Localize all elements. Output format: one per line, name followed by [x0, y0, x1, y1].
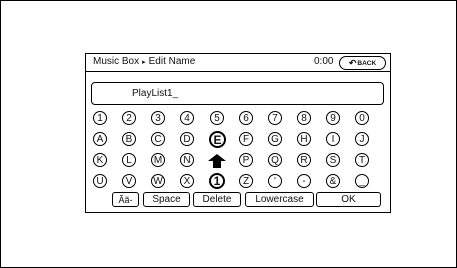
key-r0c2[interactable]: 3 [151, 111, 165, 125]
breadcrumb-app: Music Box [93, 56, 140, 67]
key-r1c8[interactable]: I [326, 132, 340, 146]
lowercase-button[interactable]: Lowercase [245, 192, 314, 207]
key-r3c8[interactable]: & [326, 174, 340, 188]
key-r1c5[interactable]: F [239, 132, 253, 146]
key-r1c2[interactable]: C [151, 132, 165, 146]
key-r2c6[interactable]: Q [268, 153, 282, 167]
key-r0c0[interactable]: 1 [93, 111, 107, 125]
key-r1c6[interactable]: G [268, 132, 282, 146]
key-r2c1[interactable]: L [122, 153, 136, 167]
key-r1c9[interactable]: J [355, 132, 369, 146]
key-r0c5[interactable]: 6 [239, 111, 253, 125]
key-r3c5[interactable]: Z [239, 174, 253, 188]
key-r2c7[interactable]: R [297, 153, 311, 167]
key-r2c9[interactable]: T [355, 153, 369, 167]
ok-button[interactable]: OK [316, 192, 381, 207]
lowercase-button-label: Lowercase [255, 194, 304, 205]
back-button[interactable]: ↶ BACK [339, 56, 386, 70]
key-r0c8[interactable]: 9 [326, 111, 340, 125]
key-r1c0[interactable]: A [93, 132, 107, 146]
breadcrumb-separator-icon: ▸ [142, 58, 146, 66]
key-r3c1[interactable]: V [122, 174, 136, 188]
ok-button-label: OK [341, 194, 356, 205]
key-r0c1[interactable]: 2 [122, 111, 136, 125]
key-r3c4[interactable]: 1 [209, 173, 225, 189]
key-r0c3[interactable]: 4 [180, 111, 194, 125]
breadcrumb: Music Box ▸ Edit Name [93, 56, 195, 67]
key-r0c6[interactable]: 7 [268, 111, 282, 125]
key-r1c7[interactable]: H [297, 132, 311, 146]
edit-name-screen: Music Box ▸ Edit Name 0:00 ↶ BACK PlayLi… [85, 53, 391, 213]
accent-button-label: Ãã- [118, 194, 133, 205]
back-button-label: BACK [357, 59, 377, 67]
accent-button[interactable]: Ãã- [112, 192, 139, 207]
key-r0c9[interactable]: 0 [355, 111, 369, 125]
key-r3c9[interactable]: _ [355, 174, 369, 188]
key-r2c5[interactable]: P [239, 153, 253, 167]
name-input-value: PlayList1_ [132, 88, 179, 99]
key-r3c2[interactable]: W [151, 174, 165, 188]
delete-button[interactable]: Delete [193, 192, 241, 207]
breadcrumb-page: Edit Name [148, 56, 196, 67]
key-r2c3[interactable]: N [180, 153, 194, 167]
space-button[interactable]: Space [143, 192, 190, 207]
clock: 0:00 [314, 56, 334, 67]
name-input[interactable]: PlayList1_ [91, 82, 384, 105]
key-r3c3[interactable]: X [180, 174, 194, 188]
delete-button-label: Delete [202, 194, 232, 205]
key-r0c4[interactable]: 5 [210, 111, 224, 125]
key-r3c7[interactable]: - [297, 174, 311, 188]
key-r3c6[interactable]: ' [268, 174, 282, 188]
key-r2c0[interactable]: K [93, 153, 107, 167]
title-bar: Music Box ▸ Edit Name 0:00 ↶ BACK [86, 54, 390, 72]
key-r3c0[interactable]: U [93, 174, 107, 188]
back-arrow-icon: ↶ [348, 58, 357, 68]
space-button-label: Space [152, 194, 181, 205]
up-arrow-icon[interactable] [208, 154, 226, 168]
key-r0c7[interactable]: 8 [297, 111, 311, 125]
key-selected-r1c4[interactable]: E [209, 131, 226, 148]
key-r2c2[interactable]: M [151, 153, 165, 167]
key-r2c8[interactable]: S [326, 153, 340, 167]
key-r1c1[interactable]: B [122, 132, 136, 146]
key-r1c3[interactable]: D [180, 132, 194, 146]
